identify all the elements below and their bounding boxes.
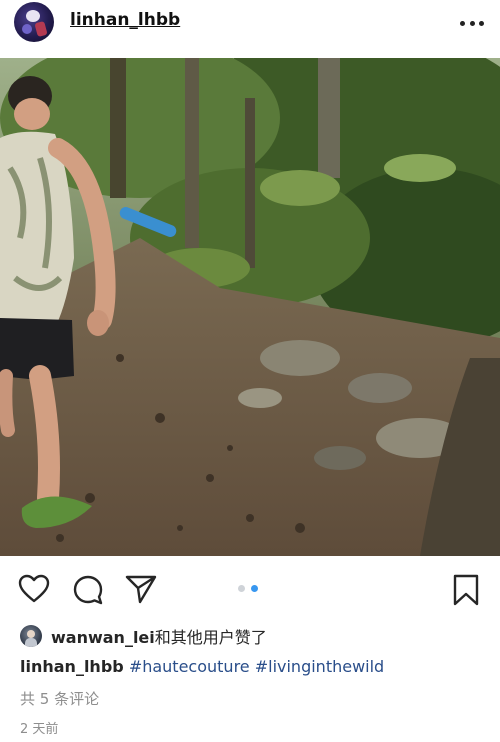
post-photo-image xyxy=(0,58,500,556)
carousel-dot-active xyxy=(251,585,258,592)
view-comments-link[interactable]: 共 5 条评论 xyxy=(20,688,99,709)
heart-icon[interactable] xyxy=(18,574,50,604)
user-avatar[interactable] xyxy=(14,2,54,42)
comment-icon[interactable] xyxy=(72,574,104,606)
post-photo[interactable] xyxy=(0,58,500,556)
post-header: linhan_lhbb xyxy=(0,0,500,56)
send-icon[interactable] xyxy=(125,574,157,604)
likes-row[interactable]: wanwan_lei和其他用户赞了 xyxy=(20,624,267,648)
caption-username[interactable]: linhan_lhbb xyxy=(20,657,124,676)
likes-suffix: 和其他用户赞了 xyxy=(154,628,267,647)
carousel-dot xyxy=(238,585,245,592)
post-username[interactable]: linhan_lhbb xyxy=(70,10,180,30)
post-caption: linhan_lhbb #hautecouture #livinginthewi… xyxy=(20,657,384,676)
carousel-indicator xyxy=(238,585,258,592)
likes-text: wanwan_lei和其他用户赞了 xyxy=(51,624,267,648)
liker-avatar xyxy=(20,625,42,647)
bookmark-icon[interactable] xyxy=(452,574,480,606)
caption-hashtags[interactable]: #hautecouture #livinginthewild xyxy=(129,657,384,676)
post-timestamp: 2 天前 xyxy=(20,722,59,737)
more-horizontal-icon[interactable] xyxy=(460,18,484,28)
liker-username[interactable]: wanwan_lei xyxy=(51,628,155,647)
